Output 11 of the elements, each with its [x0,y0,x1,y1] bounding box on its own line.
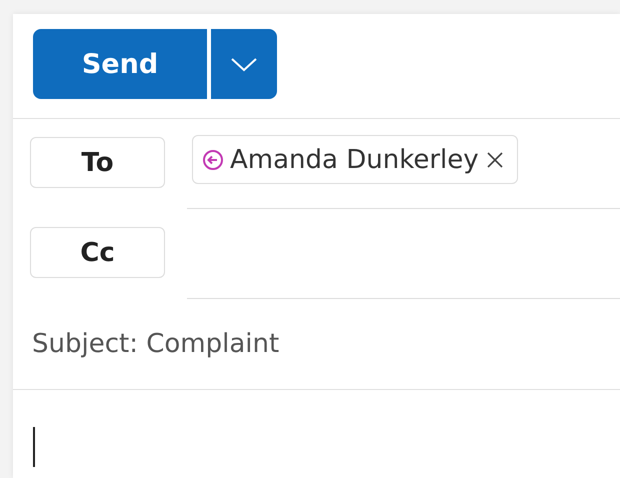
subject-field[interactable]: Subject: Complaint [32,329,280,359]
send-button[interactable]: Send [33,29,207,99]
recipient-chip[interactable]: Amanda Dunkerley [192,135,518,184]
text-cursor [33,427,35,467]
cc-button[interactable]: Cc [30,227,165,278]
arrow-circle-icon [202,148,224,170]
close-icon[interactable] [484,150,505,170]
send-options-button[interactable] [211,29,277,99]
chevron-down-icon [230,56,258,72]
to-button[interactable]: To [30,137,165,188]
recipient-name: Amanda Dunkerley [230,144,479,174]
